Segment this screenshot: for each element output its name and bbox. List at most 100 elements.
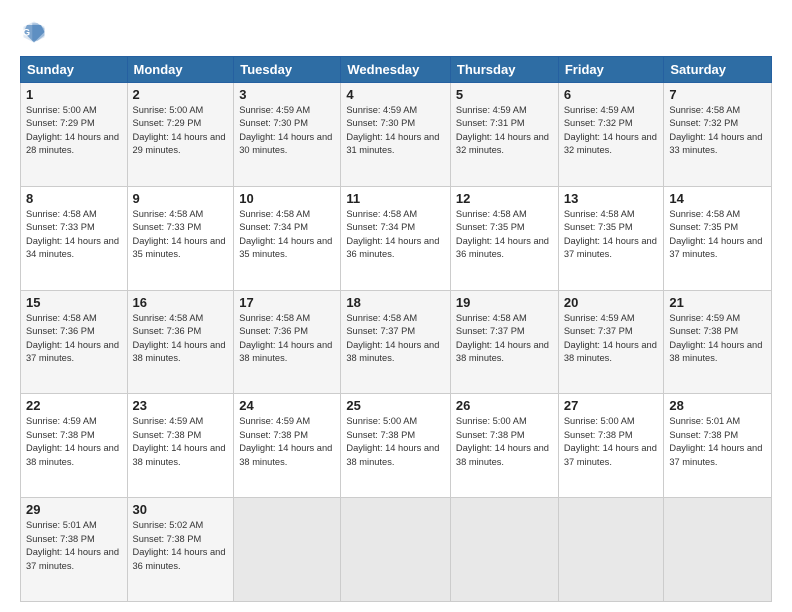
day-number: 13 xyxy=(564,191,659,206)
cell-info: Sunrise: 4:59 AMSunset: 7:38 PMDaylight:… xyxy=(669,312,766,366)
calendar-table: SundayMondayTuesdayWednesdayThursdayFrid… xyxy=(20,56,772,602)
weekday-header-row: SundayMondayTuesdayWednesdayThursdayFrid… xyxy=(21,57,772,83)
day-number: 5 xyxy=(456,87,553,102)
calendar-day-cell: 8 Sunrise: 4:58 AMSunset: 7:33 PMDayligh… xyxy=(21,186,128,290)
calendar-day-cell: 17 Sunrise: 4:58 AMSunset: 7:36 PMDaylig… xyxy=(234,290,341,394)
calendar-week-row: 29 Sunrise: 5:01 AMSunset: 7:38 PMDaylig… xyxy=(21,498,772,602)
cell-info: Sunrise: 4:58 AMSunset: 7:37 PMDaylight:… xyxy=(456,312,553,366)
cell-info: Sunrise: 4:59 AMSunset: 7:38 PMDaylight:… xyxy=(133,415,229,469)
calendar-day-cell: 30 Sunrise: 5:02 AMSunset: 7:38 PMDaylig… xyxy=(127,498,234,602)
cell-info: Sunrise: 4:58 AMSunset: 7:36 PMDaylight:… xyxy=(239,312,335,366)
cell-info: Sunrise: 5:01 AMSunset: 7:38 PMDaylight:… xyxy=(26,519,122,573)
day-number: 9 xyxy=(133,191,229,206)
calendar-day-cell: 10 Sunrise: 4:58 AMSunset: 7:34 PMDaylig… xyxy=(234,186,341,290)
cell-info: Sunrise: 4:59 AMSunset: 7:37 PMDaylight:… xyxy=(564,312,659,366)
calendar-empty-cell xyxy=(558,498,664,602)
day-number: 21 xyxy=(669,295,766,310)
calendar-week-row: 15 Sunrise: 4:58 AMSunset: 7:36 PMDaylig… xyxy=(21,290,772,394)
day-number: 6 xyxy=(564,87,659,102)
day-number: 3 xyxy=(239,87,335,102)
weekday-header-tuesday: Tuesday xyxy=(234,57,341,83)
calendar-day-cell: 24 Sunrise: 4:59 AMSunset: 7:38 PMDaylig… xyxy=(234,394,341,498)
calendar-week-row: 8 Sunrise: 4:58 AMSunset: 7:33 PMDayligh… xyxy=(21,186,772,290)
day-number: 8 xyxy=(26,191,122,206)
day-number: 17 xyxy=(239,295,335,310)
cell-info: Sunrise: 5:00 AMSunset: 7:29 PMDaylight:… xyxy=(26,104,122,158)
cell-info: Sunrise: 4:59 AMSunset: 7:38 PMDaylight:… xyxy=(239,415,335,469)
calendar-day-cell: 12 Sunrise: 4:58 AMSunset: 7:35 PMDaylig… xyxy=(450,186,558,290)
header: G xyxy=(20,18,772,46)
cell-info: Sunrise: 4:58 AMSunset: 7:33 PMDaylight:… xyxy=(133,208,229,262)
day-number: 30 xyxy=(133,502,229,517)
day-number: 22 xyxy=(26,398,122,413)
day-number: 14 xyxy=(669,191,766,206)
cell-info: Sunrise: 4:58 AMSunset: 7:35 PMDaylight:… xyxy=(669,208,766,262)
calendar-day-cell: 26 Sunrise: 5:00 AMSunset: 7:38 PMDaylig… xyxy=(450,394,558,498)
calendar-week-row: 22 Sunrise: 4:59 AMSunset: 7:38 PMDaylig… xyxy=(21,394,772,498)
day-number: 11 xyxy=(346,191,445,206)
weekday-header-wednesday: Wednesday xyxy=(341,57,451,83)
calendar-day-cell: 13 Sunrise: 4:58 AMSunset: 7:35 PMDaylig… xyxy=(558,186,664,290)
day-number: 15 xyxy=(26,295,122,310)
cell-info: Sunrise: 4:58 AMSunset: 7:35 PMDaylight:… xyxy=(564,208,659,262)
day-number: 27 xyxy=(564,398,659,413)
calendar-empty-cell xyxy=(234,498,341,602)
calendar-day-cell: 15 Sunrise: 4:58 AMSunset: 7:36 PMDaylig… xyxy=(21,290,128,394)
cell-info: Sunrise: 5:00 AMSunset: 7:29 PMDaylight:… xyxy=(133,104,229,158)
day-number: 16 xyxy=(133,295,229,310)
weekday-header-saturday: Saturday xyxy=(664,57,772,83)
weekday-header-monday: Monday xyxy=(127,57,234,83)
cell-info: Sunrise: 5:00 AMSunset: 7:38 PMDaylight:… xyxy=(564,415,659,469)
day-number: 23 xyxy=(133,398,229,413)
calendar-empty-cell xyxy=(450,498,558,602)
calendar-empty-cell xyxy=(664,498,772,602)
calendar-day-cell: 7 Sunrise: 4:58 AMSunset: 7:32 PMDayligh… xyxy=(664,83,772,187)
cell-info: Sunrise: 4:59 AMSunset: 7:30 PMDaylight:… xyxy=(346,104,445,158)
day-number: 10 xyxy=(239,191,335,206)
day-number: 29 xyxy=(26,502,122,517)
calendar-day-cell: 21 Sunrise: 4:59 AMSunset: 7:38 PMDaylig… xyxy=(664,290,772,394)
cell-info: Sunrise: 4:59 AMSunset: 7:30 PMDaylight:… xyxy=(239,104,335,158)
cell-info: Sunrise: 4:58 AMSunset: 7:36 PMDaylight:… xyxy=(26,312,122,366)
calendar-day-cell: 22 Sunrise: 4:59 AMSunset: 7:38 PMDaylig… xyxy=(21,394,128,498)
calendar-day-cell: 5 Sunrise: 4:59 AMSunset: 7:31 PMDayligh… xyxy=(450,83,558,187)
day-number: 28 xyxy=(669,398,766,413)
page: G SundayMondayTuesdayWednesdayThursdayFr… xyxy=(0,0,792,612)
calendar-day-cell: 3 Sunrise: 4:59 AMSunset: 7:30 PMDayligh… xyxy=(234,83,341,187)
cell-info: Sunrise: 5:00 AMSunset: 7:38 PMDaylight:… xyxy=(456,415,553,469)
weekday-header-friday: Friday xyxy=(558,57,664,83)
cell-info: Sunrise: 4:58 AMSunset: 7:36 PMDaylight:… xyxy=(133,312,229,366)
cell-info: Sunrise: 5:02 AMSunset: 7:38 PMDaylight:… xyxy=(133,519,229,573)
logo: G xyxy=(20,18,52,46)
day-number: 12 xyxy=(456,191,553,206)
calendar-day-cell: 6 Sunrise: 4:59 AMSunset: 7:32 PMDayligh… xyxy=(558,83,664,187)
calendar-day-cell: 18 Sunrise: 4:58 AMSunset: 7:37 PMDaylig… xyxy=(341,290,451,394)
day-number: 26 xyxy=(456,398,553,413)
calendar-header: SundayMondayTuesdayWednesdayThursdayFrid… xyxy=(21,57,772,83)
day-number: 24 xyxy=(239,398,335,413)
calendar-day-cell: 1 Sunrise: 5:00 AMSunset: 7:29 PMDayligh… xyxy=(21,83,128,187)
day-number: 2 xyxy=(133,87,229,102)
calendar-day-cell: 29 Sunrise: 5:01 AMSunset: 7:38 PMDaylig… xyxy=(21,498,128,602)
calendar-day-cell: 14 Sunrise: 4:58 AMSunset: 7:35 PMDaylig… xyxy=(664,186,772,290)
cell-info: Sunrise: 4:58 AMSunset: 7:33 PMDaylight:… xyxy=(26,208,122,262)
cell-info: Sunrise: 4:58 AMSunset: 7:35 PMDaylight:… xyxy=(456,208,553,262)
calendar-day-cell: 4 Sunrise: 4:59 AMSunset: 7:30 PMDayligh… xyxy=(341,83,451,187)
calendar-empty-cell xyxy=(341,498,451,602)
cell-info: Sunrise: 4:58 AMSunset: 7:34 PMDaylight:… xyxy=(239,208,335,262)
calendar-day-cell: 23 Sunrise: 4:59 AMSunset: 7:38 PMDaylig… xyxy=(127,394,234,498)
day-number: 20 xyxy=(564,295,659,310)
calendar-day-cell: 25 Sunrise: 5:00 AMSunset: 7:38 PMDaylig… xyxy=(341,394,451,498)
day-number: 1 xyxy=(26,87,122,102)
cell-info: Sunrise: 4:59 AMSunset: 7:38 PMDaylight:… xyxy=(26,415,122,469)
calendar-body: 1 Sunrise: 5:00 AMSunset: 7:29 PMDayligh… xyxy=(21,83,772,602)
calendar-day-cell: 27 Sunrise: 5:00 AMSunset: 7:38 PMDaylig… xyxy=(558,394,664,498)
calendar-day-cell: 20 Sunrise: 4:59 AMSunset: 7:37 PMDaylig… xyxy=(558,290,664,394)
cell-info: Sunrise: 4:58 AMSunset: 7:32 PMDaylight:… xyxy=(669,104,766,158)
calendar-week-row: 1 Sunrise: 5:00 AMSunset: 7:29 PMDayligh… xyxy=(21,83,772,187)
calendar-day-cell: 2 Sunrise: 5:00 AMSunset: 7:29 PMDayligh… xyxy=(127,83,234,187)
calendar-day-cell: 9 Sunrise: 4:58 AMSunset: 7:33 PMDayligh… xyxy=(127,186,234,290)
day-number: 19 xyxy=(456,295,553,310)
svg-text:G: G xyxy=(23,28,30,39)
cell-info: Sunrise: 4:58 AMSunset: 7:37 PMDaylight:… xyxy=(346,312,445,366)
